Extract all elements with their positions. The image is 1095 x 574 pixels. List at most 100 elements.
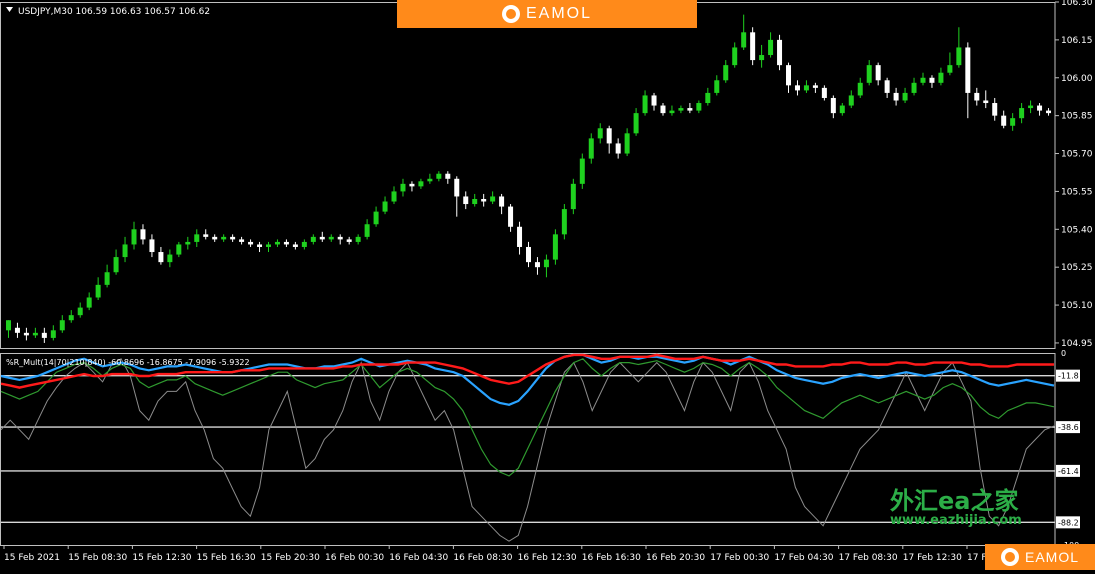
candle-body: [41, 332, 47, 338]
time-axis-label: 16 Feb 08:30: [453, 553, 512, 563]
candle-body: [848, 95, 854, 106]
candle-body: [624, 133, 630, 154]
candle-body: [418, 181, 424, 187]
candle-body: [104, 272, 110, 285]
time-axis-label: 16 Feb 20:30: [646, 553, 705, 563]
indicator-axis-label: -61.4: [1058, 467, 1079, 476]
candle-body: [1028, 105, 1034, 109]
candle-body: [1010, 118, 1016, 126]
candle-body: [965, 47, 971, 93]
candle-body: [633, 113, 639, 134]
candle-body: [588, 138, 594, 159]
candle-body: [265, 244, 271, 247]
candle-body: [221, 236, 227, 240]
candle-body: [185, 241, 191, 245]
candle-body: [920, 77, 926, 83]
price-axis-label: 106.30: [1061, 0, 1093, 8]
candle-body: [203, 234, 209, 237]
time-axis-label: 15 Feb 08:30: [68, 553, 127, 563]
candle-body: [561, 209, 567, 235]
candle-body: [534, 262, 540, 268]
chart-canvas[interactable]: 106.30 106.15 106.00 105.85 105.70 105.55 105.…: [0, 0, 1095, 570]
candle-body: [803, 85, 809, 91]
candle-body: [122, 244, 128, 258]
candle-body: [158, 252, 164, 263]
candle-body: [59, 320, 65, 331]
indicator-axis-label: -11.8: [1058, 372, 1079, 381]
time-axis-label: 16 Feb 04:30: [389, 553, 448, 563]
candle-body: [292, 244, 298, 247]
candle-body: [1046, 110, 1052, 114]
candle-body: [543, 259, 549, 268]
indicator-info-label: %R_Mult(14|70|210|840) -60.8696 -16.8675…: [6, 358, 250, 367]
time-axis-label: 17 Feb 08:30: [839, 553, 898, 563]
candle-body: [750, 32, 756, 61]
candle-body: [274, 241, 280, 245]
candle-body: [445, 173, 451, 179]
candle-body: [929, 77, 935, 83]
candle-body: [938, 72, 944, 83]
candle-body: [1019, 108, 1025, 119]
candle-body: [454, 178, 460, 197]
watermark: 外汇ea之家 www.eazhijia.com: [890, 488, 1022, 528]
indicator-axis-label: -88.2: [1058, 518, 1079, 527]
candle-body: [911, 82, 917, 93]
candle-body: [382, 201, 388, 212]
candle-body: [140, 229, 146, 240]
candle-body: [884, 80, 890, 93]
time-axis-label: 17 Feb 12:30: [903, 553, 962, 563]
candle-body: [131, 229, 137, 245]
candle-body: [893, 92, 899, 101]
candle-body: [570, 183, 576, 210]
watermark-cn: 外汇ea之家: [890, 487, 1019, 515]
candle-body: [355, 236, 361, 242]
candle-body: [956, 47, 962, 66]
candle-body: [23, 332, 29, 336]
candle-body: [373, 211, 379, 225]
candle-body: [194, 234, 200, 242]
price-axis-label: 105.85: [1061, 112, 1093, 122]
candle-body: [794, 85, 800, 91]
candle-body: [400, 183, 406, 192]
brand-logo-top-text: EAMOL: [525, 5, 592, 22]
candle-body: [328, 236, 334, 240]
candle-body: [391, 191, 397, 202]
candle-body: [14, 327, 20, 333]
candle-body: [95, 284, 101, 298]
candle-body: [705, 92, 711, 104]
candle-body: [364, 224, 370, 237]
candle-body: [257, 244, 263, 247]
candle-body: [696, 103, 702, 111]
chart-window[interactable]: 106.30 106.15 106.00 105.85 105.70 105.55 105.…: [0, 0, 1095, 570]
candle-body: [615, 143, 621, 154]
candle-body: [821, 87, 827, 98]
candle-body: [714, 80, 720, 93]
candle-body: [526, 246, 531, 263]
candle-body: [983, 100, 989, 104]
candle-body: [301, 241, 307, 247]
candle-body: [839, 105, 845, 114]
candle-body: [947, 65, 953, 73]
candle-body: [86, 297, 92, 308]
brand-logo-top: EAMOL: [397, 0, 697, 28]
candle-body: [346, 239, 352, 242]
candle-body: [660, 105, 666, 114]
time-axis-label: 15 Feb 12:30: [132, 553, 191, 563]
watermark-url: www.eazhijia.com: [890, 513, 1022, 528]
indicator-axis-label: -38.6: [1058, 423, 1079, 432]
time-axis-label: 16 Feb 16:30: [582, 553, 641, 563]
symbol-menu-arrow-icon[interactable]: [6, 7, 13, 12]
price-axis-label: 105.25: [1061, 263, 1093, 273]
candle-body: [490, 196, 496, 202]
time-axis-label: 16 Feb 00:30: [325, 553, 384, 563]
price-axis-label: 106.00: [1061, 74, 1093, 84]
candle-body: [239, 239, 245, 242]
candle-body: [741, 32, 747, 48]
candle-body: [68, 315, 74, 321]
candle-body: [777, 39, 783, 66]
candle-body: [687, 108, 693, 111]
candle-body: [597, 128, 603, 139]
time-axis-label: 16 Feb 12:30: [518, 553, 577, 563]
candle-body: [248, 241, 254, 245]
time-axis-label: 17 Feb 00:30: [710, 553, 769, 563]
